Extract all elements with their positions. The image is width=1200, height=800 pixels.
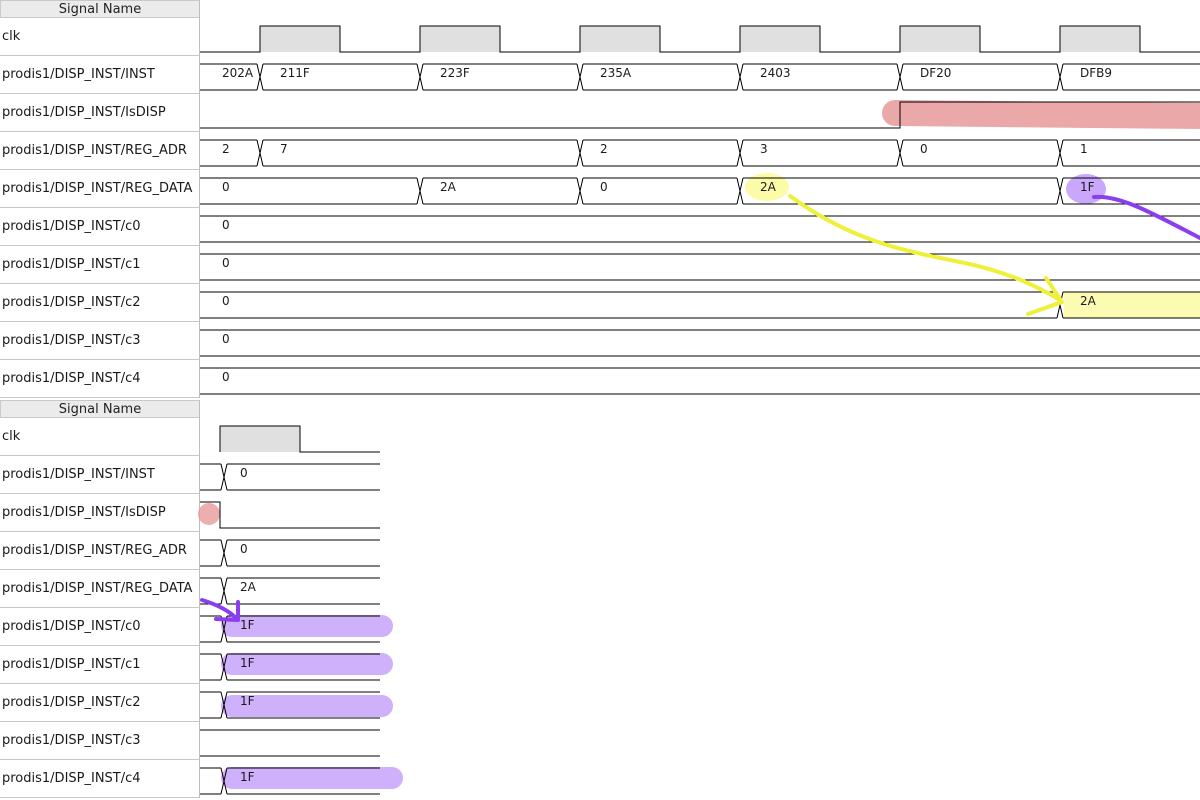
value-label: 1F xyxy=(240,656,255,670)
clock-high-fill xyxy=(260,26,340,52)
c2-bus-trace xyxy=(1059,291,1064,319)
isdisp-highlight xyxy=(882,100,1200,129)
clock-high-fill xyxy=(900,26,980,52)
waveform-canvas[interactable]: 202A 211F 223F 235A 2403 DF20 DFB9 2 7 2… xyxy=(0,0,1200,800)
clock-high-fill xyxy=(1060,26,1140,52)
reg-data-bus-trace xyxy=(739,177,744,205)
value-label: 3 xyxy=(760,142,768,156)
inst-bus-trace xyxy=(739,63,744,91)
reg-data-bus-trace xyxy=(579,177,584,205)
value-label: 2403 xyxy=(760,66,791,80)
annotation-layer xyxy=(200,194,1200,622)
reg-adr-bus-trace xyxy=(259,139,264,167)
value-label: 223F xyxy=(440,66,470,80)
value-label: 202A xyxy=(222,66,254,80)
highlight-layer xyxy=(198,100,1200,789)
reg-data-bus-trace xyxy=(419,177,424,205)
value-label: 2A xyxy=(240,580,257,594)
value-label: DFB9 xyxy=(1080,66,1112,80)
value-label: 2A xyxy=(760,180,777,194)
value-label: 1F xyxy=(1080,180,1095,194)
value-label: 1F xyxy=(240,770,255,784)
reg-adr-bus-trace xyxy=(223,539,228,567)
value-label: 7 xyxy=(280,142,288,156)
value-label: 0 xyxy=(222,332,230,346)
inst-bus-trace xyxy=(259,63,264,91)
inst-bus-trace xyxy=(223,463,228,491)
value-label: 0 xyxy=(222,180,230,194)
value-label: 0 xyxy=(222,218,230,232)
reg-adr-bus-trace xyxy=(1059,139,1064,167)
clock-high-fill xyxy=(580,26,660,52)
clock-high-fill xyxy=(220,426,300,452)
value-label: 2 xyxy=(222,142,230,156)
value-label: 0 xyxy=(600,180,608,194)
reg-data-bus-trace xyxy=(223,577,228,605)
reg-adr-bus-trace xyxy=(899,139,904,167)
clock-high-fill xyxy=(420,26,500,52)
inst-bus-trace xyxy=(419,63,424,91)
value-label-layer: 202A 211F 223F 235A 2403 DF20 DFB9 2 7 2… xyxy=(222,66,1112,784)
value-label: 0 xyxy=(222,370,230,384)
value-label: 2A xyxy=(440,180,457,194)
value-label: 2A xyxy=(1080,294,1097,308)
reg-adr-bus-trace xyxy=(579,139,584,167)
purple-arrow xyxy=(1092,194,1200,240)
value-label: 1 xyxy=(1080,142,1088,156)
trace-layer xyxy=(200,25,1200,795)
reg-data-bus-trace xyxy=(1059,177,1064,205)
inst-bus-trace xyxy=(579,63,584,91)
inst-bus-trace xyxy=(1059,63,1064,91)
reg-adr-bus-trace xyxy=(739,139,744,167)
purple-arrow xyxy=(200,598,238,620)
value-label: 235A xyxy=(600,66,632,80)
yellow-arrow xyxy=(788,194,1062,302)
isdisp-trace xyxy=(200,501,380,529)
value-label: 2 xyxy=(600,142,608,156)
value-label: 0 xyxy=(240,542,248,556)
clock-trace xyxy=(200,25,1200,53)
inst-bus-trace xyxy=(899,63,904,91)
value-label: 1F xyxy=(240,694,255,708)
isdisp-highlight xyxy=(198,503,220,525)
value-label: 0 xyxy=(920,142,928,156)
value-label: 0 xyxy=(222,256,230,270)
value-label: 0 xyxy=(222,294,230,308)
clock-high-fill xyxy=(740,26,820,52)
value-label: DF20 xyxy=(920,66,951,80)
value-label: 1F xyxy=(240,618,255,632)
value-label: 211F xyxy=(280,66,310,80)
value-label: 0 xyxy=(240,466,248,480)
